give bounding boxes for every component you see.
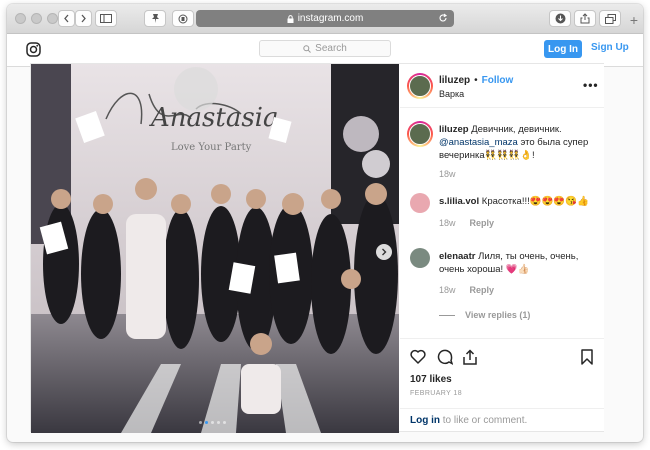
follow-button[interactable]: Follow — [482, 75, 514, 86]
party-photo-image: Anastasia Love Your Party — [31, 64, 399, 433]
close-window-button[interactable] — [15, 13, 26, 24]
reply-button[interactable]: Reply — [470, 218, 495, 228]
author-avatar[interactable] — [409, 75, 431, 97]
minimize-window-button[interactable] — [31, 13, 42, 24]
likes-count[interactable]: 107 likes — [410, 374, 452, 385]
back-icon — [64, 14, 69, 23]
instagram-logo-icon[interactable] — [26, 42, 41, 62]
post-card: Anastasia Love Your Party liluzep • Foll… — [30, 63, 604, 433]
sidebar-icon — [100, 14, 112, 23]
comment-meta: 18w Reply — [439, 218, 494, 228]
login-button[interactable]: Log In — [544, 40, 582, 58]
comment-text: s.lilia.vol Красотка!!!😍😍😍😘👍 — [439, 195, 599, 208]
replies-divider — [439, 314, 455, 316]
signup-link[interactable]: Sign Up — [591, 42, 629, 53]
backdrop-title: Anastasia — [149, 103, 278, 133]
sidebar-button[interactable] — [95, 10, 117, 27]
backdrop-subtitle: Love Your Party — [171, 142, 252, 153]
caption-mention-link[interactable]: @anastasia_maza — [439, 137, 518, 148]
carousel-dot — [216, 421, 220, 424]
comment-username[interactable]: elenaatr — [439, 251, 475, 262]
new-tab-button[interactable]: + — [627, 13, 641, 27]
comment-time: 18w — [439, 285, 456, 295]
more-options-button[interactable]: ••• — [583, 78, 599, 92]
caption-text: liluzep Девичник, девичник. @anastasia_m… — [439, 123, 599, 162]
pin-icon — [151, 14, 159, 23]
carousel-dot — [198, 421, 202, 424]
show-tabs-button[interactable] — [599, 10, 621, 27]
pin-button[interactable] — [144, 10, 166, 27]
share-icon — [580, 13, 590, 24]
comment-icon — [437, 349, 453, 365]
url-text: instagram.com — [297, 13, 364, 24]
heart-icon — [410, 349, 426, 364]
post-date: FEBRUARY 18 — [410, 390, 462, 397]
login-link[interactable]: Log in — [410, 415, 440, 426]
search-icon — [303, 44, 312, 53]
chevron-right-icon — [382, 248, 387, 256]
privacy-icon — [178, 14, 188, 23]
caption-username[interactable]: liluzep — [439, 124, 469, 135]
post-location[interactable]: Варка — [439, 89, 464, 99]
comment-avatar[interactable] — [410, 248, 430, 268]
view-replies-label: View replies (1) — [465, 310, 531, 320]
new-tab-icon: + — [629, 12, 639, 28]
post-header: liluzep • Follow Варка ••• — [400, 64, 604, 108]
save-button[interactable] — [581, 349, 593, 365]
bookmark-icon — [581, 349, 593, 365]
post-photo[interactable]: Anastasia Love Your Party — [31, 64, 399, 433]
reload-icon[interactable] — [438, 13, 448, 23]
zoom-window-button[interactable] — [47, 13, 58, 24]
author-username[interactable]: liluzep — [439, 75, 470, 86]
login-to-comment: Log in to like or comment. — [400, 408, 604, 431]
carousel-indicator — [197, 421, 227, 424]
share-button[interactable] — [574, 10, 596, 27]
like-button[interactable] — [410, 349, 426, 364]
post-sidebar: liluzep • Follow Варка ••• liluzep Девич… — [400, 64, 604, 431]
next-photo-button[interactable] — [376, 244, 392, 260]
downloads-button[interactable] — [549, 10, 571, 27]
download-icon — [555, 13, 565, 24]
back-button[interactable] — [58, 10, 75, 27]
address-bar[interactable]: instagram.com — [196, 10, 454, 27]
forward-button[interactable] — [75, 10, 92, 27]
caption-avatar[interactable] — [409, 123, 431, 145]
privacy-report-button[interactable] — [172, 10, 194, 27]
forward-icon — [81, 14, 86, 23]
comment-avatar[interactable] — [410, 193, 430, 213]
header-separator: • — [474, 75, 478, 86]
more-options-icon: ••• — [583, 78, 599, 92]
reply-button[interactable]: Reply — [470, 285, 495, 295]
view-replies-button[interactable]: View replies (1) — [439, 310, 530, 320]
share-post-icon — [463, 349, 477, 365]
carousel-dot — [222, 421, 226, 424]
browser-toolbar: instagram.com + — [7, 4, 643, 34]
comment-meta: 18w Reply — [439, 285, 494, 295]
comment-button[interactable] — [437, 349, 453, 365]
comment-time: 18w — [439, 218, 456, 228]
comment-username[interactable]: s.lilia.vol — [439, 196, 479, 207]
caption-time: 18w — [439, 169, 456, 179]
share-post-button[interactable] — [463, 349, 477, 365]
login-prompt: to like or comment. — [442, 415, 528, 426]
search-placeholder: Search — [315, 43, 347, 54]
tabs-icon — [604, 13, 616, 24]
caption-body: Девичник, девичник. — [471, 124, 562, 135]
comment-text: elenaatr Лиля, ты очень, очень, очень хо… — [439, 250, 599, 276]
carousel-dot — [204, 421, 208, 424]
comments-list: liluzep Девичник, девичник. @anastasia_m… — [400, 108, 604, 338]
post-actions: 107 likes FEBRUARY 18 — [400, 338, 604, 408]
search-input[interactable]: Search — [259, 40, 391, 57]
comment-body: Красотка!!!😍😍😍😘👍 — [481, 196, 589, 207]
carousel-dot — [210, 421, 214, 424]
lock-icon — [287, 14, 294, 23]
